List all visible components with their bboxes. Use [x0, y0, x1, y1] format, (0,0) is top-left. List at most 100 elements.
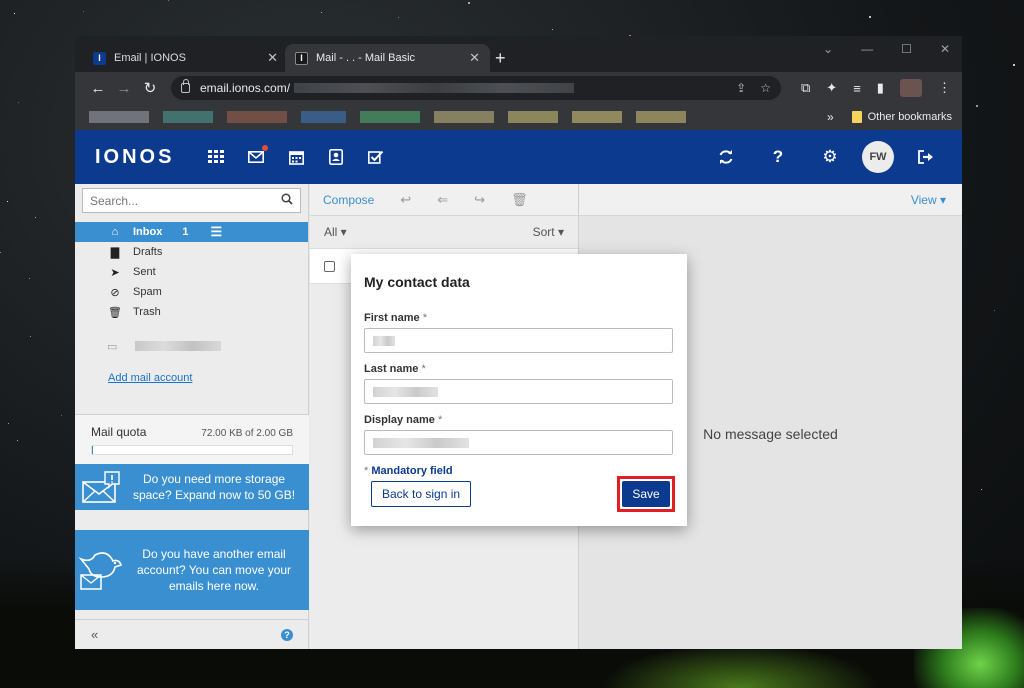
bookmark-item[interactable] [508, 111, 558, 123]
sidebar-item-sent[interactable]: ➤ Sent [75, 262, 308, 282]
bookmark-item[interactable] [360, 111, 420, 123]
tab-email-ionos[interactable]: I Email | IONOS ✕ [83, 44, 288, 72]
reload-icon[interactable]: ↻ [137, 79, 163, 97]
bookmark-star-icon[interactable]: ☆ [760, 81, 771, 95]
tab-strip: I Email | IONOS ✕ I Mail - . . - Mail Ba… [75, 36, 962, 72]
sidebar-item-spam[interactable]: ⊘ Spam [75, 282, 308, 302]
refresh-icon[interactable] [717, 148, 735, 166]
extensions-icon[interactable]: ✦ [826, 80, 837, 96]
view-dropdown[interactable]: View ▾ [911, 193, 946, 207]
avatar[interactable]: FW [862, 141, 894, 173]
new-tab-button[interactable]: + [495, 48, 506, 69]
collapse-sidebar-icon[interactable]: « [91, 627, 98, 642]
reply-icon[interactable]: ↩ [400, 192, 411, 208]
star [869, 16, 871, 18]
sort-dropdown[interactable]: Sort ▾ [533, 225, 564, 239]
ionos-favicon-icon: I [295, 51, 308, 65]
blurred-last-name [373, 386, 438, 397]
select-message-checkbox[interactable] [324, 260, 335, 272]
ionos-logo[interactable]: IONOS [95, 146, 174, 169]
sidebar-item-custom-folder[interactable]: ▭ [75, 336, 308, 356]
bookmark-item[interactable] [301, 111, 346, 123]
notification-dot [262, 145, 269, 151]
share-icon[interactable]: ⇪ [736, 81, 746, 95]
bookmark-item[interactable] [89, 111, 149, 123]
star [14, 13, 15, 14]
sidebar-item-inbox[interactable]: ⌂ Inbox 1 ☰ [75, 222, 308, 242]
other-bookmarks-label[interactable]: Other bookmarks [868, 111, 952, 123]
star [61, 415, 62, 416]
tab-search-icon[interactable]: ⌄ [823, 42, 833, 56]
bookmark-item[interactable] [163, 111, 213, 123]
filter-all-dropdown[interactable]: All ▾ [324, 225, 347, 239]
send-icon: ➤ [110, 266, 120, 279]
folder-menu-icon[interactable]: ☰ [210, 224, 222, 240]
apps-grid-icon[interactable] [207, 148, 225, 166]
forward-icon[interactable]: ↪ [474, 192, 485, 208]
screenshot-icon[interactable]: ⧉ [801, 80, 810, 96]
sidebar-item-label: Trash [133, 306, 161, 318]
sidebar-item-trash[interactable]: 🗑 Trash [75, 302, 308, 322]
help-icon[interactable]: ? [769, 147, 787, 166]
tasks-icon[interactable] [367, 148, 385, 166]
side-panel-icon[interactable]: ▮ [877, 80, 884, 96]
tab-title: Email | IONOS [114, 52, 186, 64]
first-name-field[interactable] [364, 328, 673, 353]
media-icon[interactable]: ≡ [853, 81, 861, 96]
contacts-icon[interactable] [327, 148, 345, 166]
bookmark-item[interactable] [572, 111, 622, 123]
blurred-url-path [294, 83, 575, 93]
move-emails-banner[interactable]: Do you have another email account? You c… [75, 530, 309, 610]
last-name-field[interactable] [364, 379, 673, 404]
bookmark-item[interactable] [434, 111, 494, 123]
address-text: email.ionos.com/ [200, 81, 291, 95]
close-tab-icon[interactable]: ✕ [267, 50, 278, 66]
more-bookmarks-chevron-icon[interactable]: » [827, 110, 834, 124]
help-circle-icon[interactable]: ? [281, 628, 293, 641]
sidebar-item-drafts[interactable]: ▇ Drafts [75, 242, 308, 262]
dialog-actions: Back to sign in Save [371, 476, 675, 512]
calendar-icon[interactable] [287, 148, 305, 166]
settings-gear-icon[interactable]: ⚙ [821, 147, 839, 166]
mail-icon[interactable] [247, 145, 269, 166]
address-bar[interactable]: email.ionos.com/ ⇪ ☆ [171, 76, 781, 100]
star [35, 217, 36, 218]
minimize-icon[interactable]: — [861, 42, 873, 56]
star [7, 201, 8, 202]
last-name-label-text: Last name [364, 363, 419, 375]
search-icon[interactable] [281, 193, 293, 208]
save-button[interactable]: Save [622, 481, 670, 507]
close-tab-icon[interactable]: ✕ [469, 50, 480, 66]
browser-toolbar: ← → ↻ email.ionos.com/ ⇪ ☆ ⧉ ✦ ≡ ▮ ⋮ [75, 72, 962, 104]
star [981, 489, 982, 490]
close-window-icon[interactable]: ✕ [940, 42, 950, 56]
back-to-sign-in-button[interactable]: Back to sign in [371, 481, 472, 507]
storage-upgrade-banner[interactable]: Do you need more storage space? Expand n… [75, 464, 309, 510]
menu-kebab-icon[interactable]: ⋮ [938, 80, 951, 96]
trash-icon: 🗑 [108, 306, 122, 319]
compose-button[interactable]: Compose [323, 193, 374, 207]
display-name-field[interactable] [364, 430, 673, 455]
move-emails-text: Do you have another email account? You c… [136, 547, 292, 593]
reply-all-icon[interactable]: ⇐ [437, 192, 448, 208]
delete-icon[interactable]: 🗑 [511, 192, 528, 208]
blurred-folder-name [135, 341, 221, 351]
quota-label: Mail quota [91, 425, 147, 439]
app-header: IONOS ? ⚙ FW [75, 130, 962, 184]
star [30, 336, 31, 337]
bookmark-item[interactable] [227, 111, 287, 123]
bookmark-item[interactable] [636, 111, 686, 123]
profile-avatar[interactable] [899, 79, 922, 97]
search-input[interactable]: Search... [82, 188, 301, 213]
back-arrow-icon[interactable]: ← [85, 80, 111, 97]
forward-arrow-icon[interactable]: → [111, 80, 137, 97]
star [18, 102, 19, 103]
add-mail-account-link[interactable]: Add mail account [108, 372, 308, 384]
star [0, 252, 1, 253]
logout-icon[interactable] [917, 148, 935, 166]
tab-mail-basic[interactable]: I Mail - . . - Mail Basic ✕ [285, 44, 490, 72]
envelope-alert-icon [75, 470, 127, 504]
unread-count-badge: 1 [182, 226, 189, 238]
display-name-label-text: Display name [364, 414, 435, 426]
maximize-icon[interactable]: ☐ [901, 42, 912, 56]
